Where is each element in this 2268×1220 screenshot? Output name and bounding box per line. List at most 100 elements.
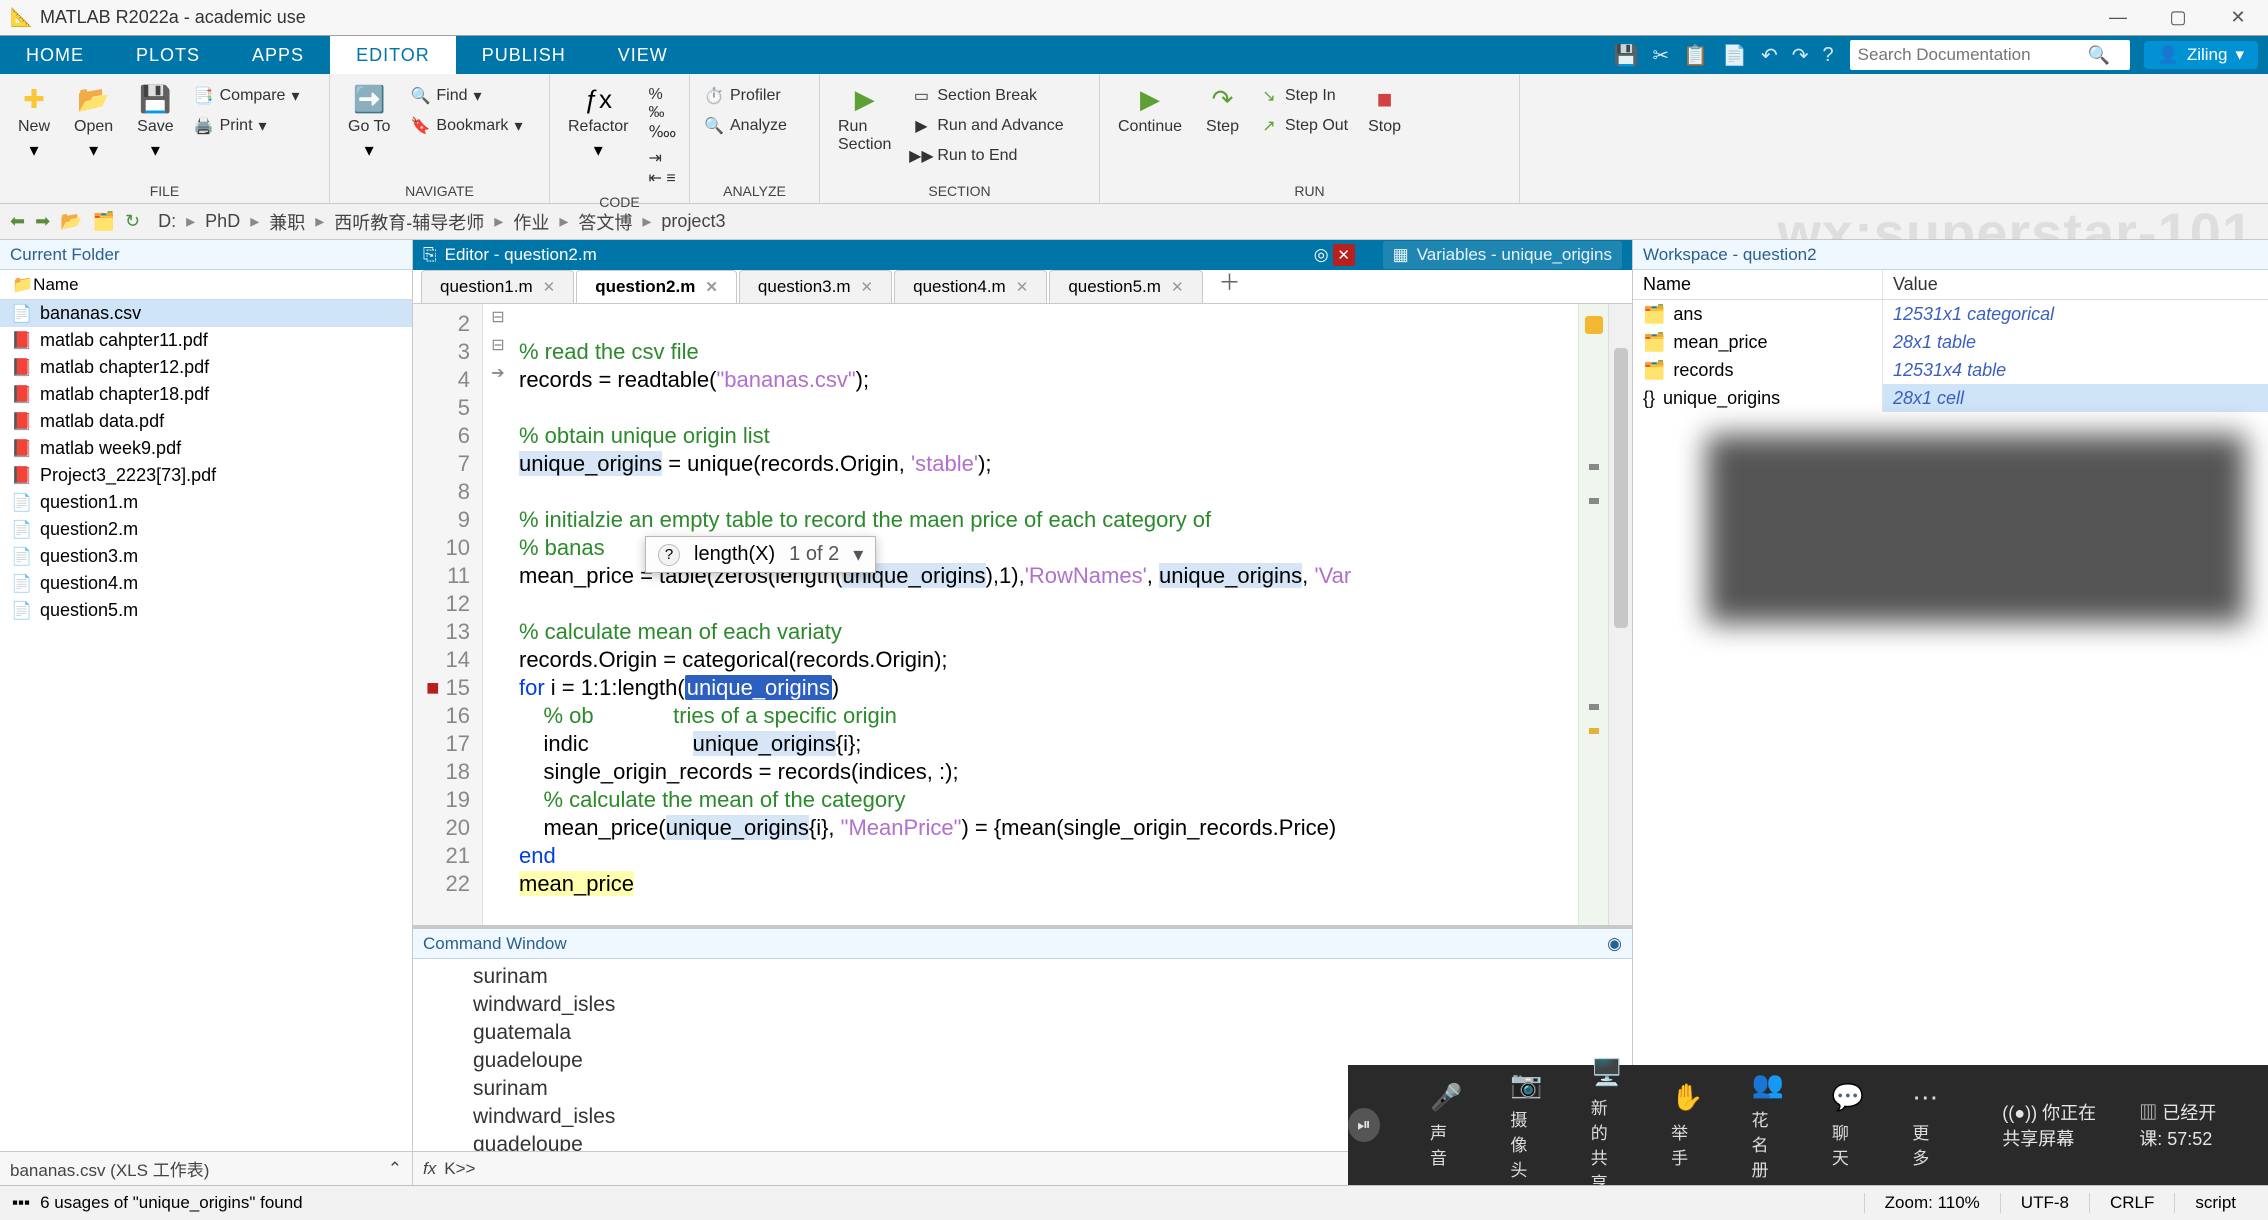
eol-status[interactable]: CRLF: [2089, 1193, 2174, 1213]
tab-close-icon[interactable]: ✕: [861, 278, 874, 296]
line-gutter[interactable]: 234567891011121314■ 1516171819202122: [413, 304, 483, 925]
fx-icon[interactable]: fx: [423, 1159, 444, 1179]
run-end-button[interactable]: ▶▶Run to End: [907, 144, 1067, 168]
file-list[interactable]: 📄bananas.csv📕matlab cahpter11.pdf📕matlab…: [0, 300, 412, 1151]
step-button[interactable]: ↷Step: [1198, 80, 1247, 140]
close-button[interactable]: ✕: [2208, 0, 2268, 36]
ribbon-tab-editor[interactable]: EDITOR: [330, 36, 456, 74]
doc-search[interactable]: 🔍: [1850, 40, 2130, 70]
fold-column[interactable]: ⊟⊟ ➔: [483, 304, 513, 925]
file-row[interactable]: 📕matlab week9.pdf: [0, 435, 412, 462]
file-row[interactable]: 📕matlab data.pdf: [0, 408, 412, 435]
code-body[interactable]: % read the csv filerecords = readtable("…: [513, 304, 1578, 925]
editor-vscrollbar[interactable]: [1608, 304, 1632, 925]
refresh-button[interactable]: ↻: [123, 211, 142, 232]
paste-icon[interactable]: 📄: [1722, 43, 1747, 68]
redo-icon[interactable]: ↷: [1792, 43, 1809, 68]
file-row[interactable]: 📄question2.m: [0, 516, 412, 543]
breadcrumb-item[interactable]: 作业: [513, 209, 549, 235]
breadcrumb-item[interactable]: 答文博: [578, 209, 632, 235]
collapse-icon[interactable]: ⏯: [1348, 1108, 1380, 1142]
chevron-down-icon[interactable]: ▾: [853, 542, 863, 567]
back-button[interactable]: ⬅: [8, 211, 27, 232]
encoding-status[interactable]: UTF-8: [2000, 1193, 2089, 1213]
cut-icon[interactable]: ✂: [1652, 43, 1669, 68]
file-row[interactable]: 📕matlab cahpter11.pdf: [0, 327, 412, 354]
save-button[interactable]: 💾Save▾: [129, 80, 181, 165]
ribbon-tab-view[interactable]: VIEW: [592, 36, 694, 74]
file-row[interactable]: 📕matlab chapter12.pdf: [0, 354, 412, 381]
compare-button[interactable]: 📑Compare ▾: [190, 84, 304, 108]
breadcrumbs[interactable]: D:▸PhD▸兼职▸西听教育-辅导老师▸作业▸答文博▸project3: [148, 209, 725, 235]
run-advance-button[interactable]: ▶Run and Advance: [907, 114, 1067, 138]
editor-tab[interactable]: question2.m✕: [576, 270, 737, 303]
minimize-button[interactable]: —: [2088, 0, 2148, 36]
meeting-control[interactable]: 💬聊天: [1832, 1082, 1864, 1169]
tab-close-icon[interactable]: ✕: [1171, 278, 1184, 296]
user-menu[interactable]: 👤 Ziling ▾: [2144, 41, 2258, 69]
file-row[interactable]: 📄question5.m: [0, 597, 412, 624]
file-row[interactable]: 📄question3.m: [0, 543, 412, 570]
refactor-button[interactable]: ƒxRefactor▾: [560, 80, 636, 165]
workspace-row[interactable]: 🗂️ans12531x1 categorical: [1633, 300, 2268, 328]
code-editor[interactable]: 234567891011121314■ 1516171819202122 ⊟⊟ …: [413, 304, 1632, 925]
breadcrumb-item[interactable]: project3: [661, 211, 725, 232]
warning-icon[interactable]: [1585, 316, 1603, 334]
maximize-button[interactable]: ▢: [2148, 0, 2208, 36]
copy-icon[interactable]: 📋: [1683, 43, 1708, 68]
search-icon[interactable]: 🔍: [2088, 45, 2110, 66]
workspace-row[interactable]: 🗂️mean_price28x1 table: [1633, 328, 2268, 356]
new-button[interactable]: ✚New▾: [10, 80, 58, 165]
file-row[interactable]: 📄question4.m: [0, 570, 412, 597]
step-in-button[interactable]: ↘Step In: [1255, 84, 1352, 108]
analyze-button[interactable]: 🔍Analyze: [700, 114, 791, 138]
open-button[interactable]: 📂Open▾: [66, 80, 121, 165]
tab-close-icon[interactable]: ✕: [543, 278, 556, 296]
ribbon-tab-plots[interactable]: PLOTS: [110, 36, 226, 74]
editor-tab[interactable]: question3.m✕: [739, 270, 892, 303]
editor-close-button[interactable]: ✕: [1333, 244, 1355, 266]
message-margin[interactable]: [1578, 304, 1608, 925]
file-row[interactable]: 📄bananas.csv: [0, 300, 412, 327]
file-row[interactable]: 📄question1.m: [0, 489, 412, 516]
continue-button[interactable]: ▶Continue: [1110, 80, 1190, 140]
ws-col-name[interactable]: Name: [1633, 270, 1883, 299]
breadcrumb-item[interactable]: 兼职: [269, 209, 305, 235]
undo-icon[interactable]: ↶: [1761, 43, 1778, 68]
ribbon-tab-apps[interactable]: APPS: [226, 36, 330, 74]
workspace-row[interactable]: 🗂️records12531x4 table: [1633, 356, 2268, 384]
breadcrumb-item[interactable]: PhD: [205, 211, 240, 232]
forward-button[interactable]: ➡: [33, 211, 52, 232]
help-icon[interactable]: ?: [1823, 44, 1834, 67]
add-tab-button[interactable]: ＋: [1205, 259, 1255, 303]
doc-search-input[interactable]: [1858, 45, 2088, 65]
workspace-row[interactable]: {}unique_origins28x1 cell: [1633, 384, 2268, 412]
up-button[interactable]: 📂: [58, 211, 84, 232]
help-icon[interactable]: ?: [658, 544, 680, 566]
step-out-button[interactable]: ↗Step Out: [1255, 114, 1352, 138]
breadcrumb-item[interactable]: 西听教育-辅导老师: [334, 209, 484, 235]
goto-button[interactable]: ➡️Go To▾: [340, 80, 398, 165]
file-row[interactable]: 📕matlab chapter18.pdf: [0, 381, 412, 408]
profiler-button[interactable]: ⏱️Profiler: [700, 84, 791, 108]
meeting-control[interactable]: 📷摄像头: [1510, 1069, 1542, 1181]
panel-options-icon[interactable]: ◉: [1607, 934, 1622, 954]
ribbon-tab-publish[interactable]: PUBLISH: [456, 36, 592, 74]
editor-tab[interactable]: question5.m✕: [1049, 270, 1202, 303]
run-section-button[interactable]: ▶Run Section: [830, 80, 899, 158]
find-button[interactable]: 🔍Find ▾: [406, 84, 526, 108]
breadcrumb-item[interactable]: D:: [158, 211, 176, 232]
meeting-control[interactable]: ✋举手: [1671, 1082, 1703, 1169]
variables-tab[interactable]: ▦ Variables - unique_origins: [1383, 241, 1622, 269]
editor-tab[interactable]: question4.m✕: [894, 270, 1047, 303]
meeting-control[interactable]: 🎤声音: [1430, 1082, 1462, 1169]
section-break-button[interactable]: ▭Section Break: [907, 84, 1067, 108]
file-row[interactable]: 📕Project3_2223[73].pdf: [0, 462, 412, 489]
bookmark-button[interactable]: 🔖Bookmark ▾: [406, 114, 526, 138]
print-button[interactable]: 🖨️Print ▾: [190, 114, 304, 138]
meeting-control[interactable]: ⋯更多: [1912, 1082, 1938, 1169]
meeting-control[interactable]: 🖥️新的共享: [1591, 1057, 1623, 1194]
filetype-status[interactable]: script: [2174, 1193, 2256, 1213]
indent-button[interactable]: ⇥ ⇤ ≡: [644, 146, 680, 190]
ws-col-value[interactable]: Value: [1883, 270, 2268, 299]
